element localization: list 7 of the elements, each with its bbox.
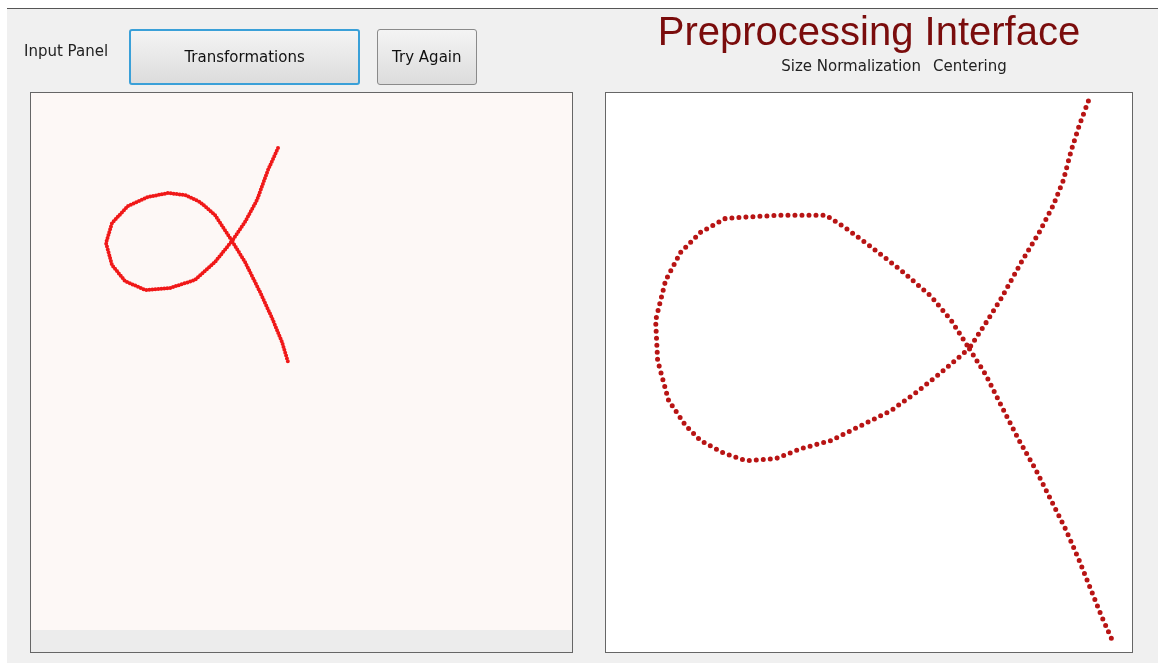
panel-label: Input Panel: [24, 41, 109, 60]
step-label: Size Normalization: [781, 57, 922, 75]
input-panel[interactable]: [30, 92, 573, 653]
app-title: Preprocessing Interface: [657, 9, 1081, 53]
transformations-button[interactable]: Transformations: [129, 28, 361, 85]
try-again-button[interactable]: Try Again: [377, 28, 477, 85]
step-label: Centering: [933, 57, 1007, 75]
